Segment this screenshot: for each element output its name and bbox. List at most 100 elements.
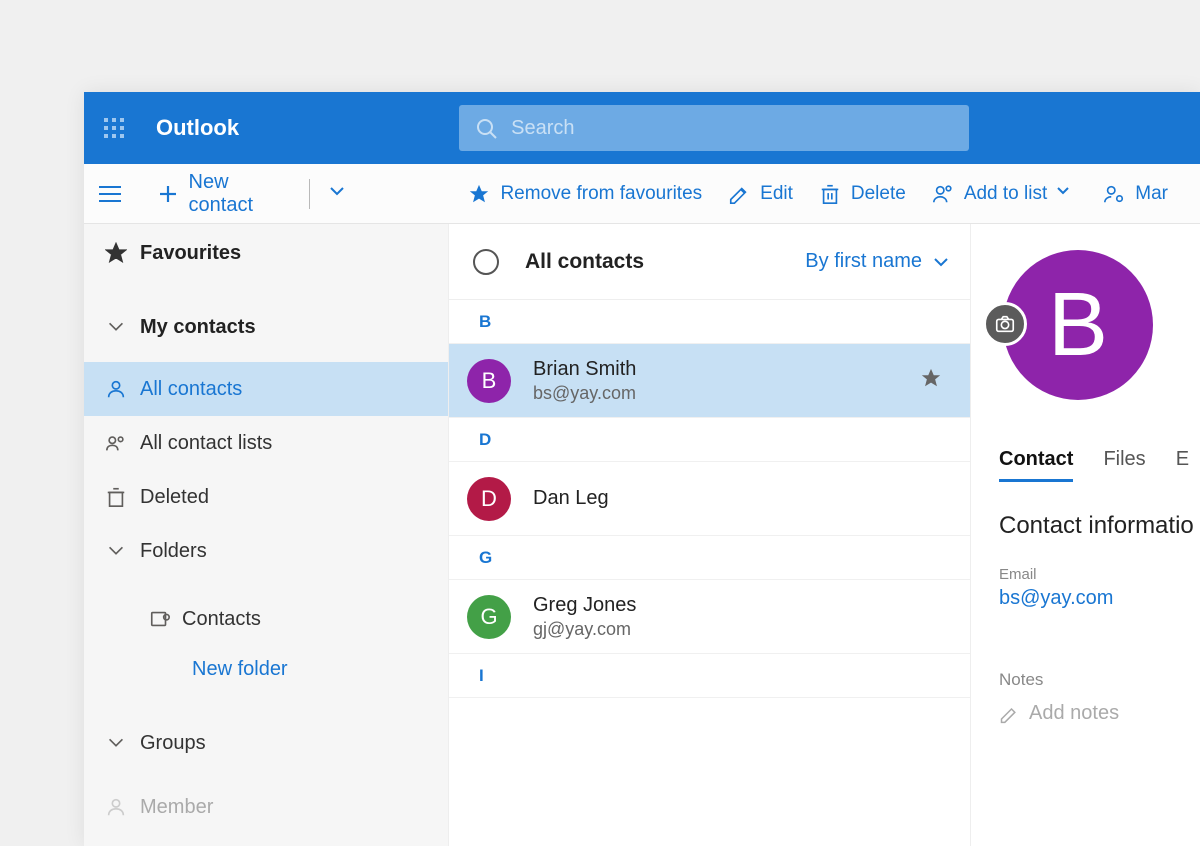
- add-to-list-button[interactable]: Add to list: [932, 183, 1077, 205]
- sidebar: Favourites My contacts All contacts All …: [84, 224, 449, 846]
- notes-label: Notes: [999, 670, 1200, 690]
- email-label: Email: [999, 566, 1200, 583]
- sidebar-new-folder-link[interactable]: New folder: [84, 646, 448, 692]
- detail-pane: B Contact Files E Contact informatio Ema…: [970, 224, 1200, 846]
- tab-extra[interactable]: E: [1176, 448, 1189, 482]
- suite-header: Outlook: [84, 92, 1200, 164]
- command-bar: New contact Remove from favourites Edit …: [84, 164, 1200, 224]
- letter-separator[interactable]: D: [449, 418, 970, 462]
- sidebar-item-contacts-folder[interactable]: Contacts: [84, 592, 448, 646]
- chevron-down-icon: [105, 316, 127, 338]
- favourite-star-icon[interactable]: [920, 367, 942, 394]
- chevron-down-icon: [328, 182, 346, 200]
- people-list-icon: [932, 183, 954, 205]
- avatar: G: [467, 595, 511, 639]
- remove-favourites-button[interactable]: Remove from favourites: [468, 183, 702, 205]
- contact-avatar-large: B: [1003, 250, 1153, 400]
- tab-contact[interactable]: Contact: [999, 448, 1073, 482]
- sidebar-item-all-contact-lists[interactable]: All contact lists: [84, 416, 448, 470]
- chevron-down-icon: [1055, 183, 1077, 205]
- nav-toggle-button[interactable]: [90, 186, 129, 202]
- delete-button[interactable]: Delete: [819, 183, 906, 205]
- manage-button[interactable]: Mar: [1103, 183, 1168, 205]
- person-icon: [105, 796, 127, 818]
- sidebar-deleted-label: Deleted: [140, 486, 209, 509]
- sidebar-member-label: Member: [140, 796, 213, 819]
- outlook-window: Outlook New contact Remove from favourit…: [84, 92, 1200, 846]
- contacts-folder-icon: [149, 608, 171, 630]
- contact-row[interactable]: G Greg Jonesgj@yay.com: [449, 580, 970, 654]
- list-header: All contacts By first name: [449, 224, 970, 300]
- sidebar-folders-label: Folders: [140, 540, 207, 563]
- email-value[interactable]: bs@yay.com: [999, 587, 1200, 610]
- new-contact-label: New contact: [189, 171, 296, 217]
- sidebar-contacts-folder-label: Contacts: [182, 608, 261, 631]
- contact-email: bs@yay.com: [533, 383, 636, 404]
- edit-label: Edit: [760, 183, 793, 205]
- change-photo-button[interactable]: [983, 302, 1027, 346]
- sidebar-item-favourites[interactable]: Favourites: [84, 226, 448, 280]
- sidebar-item-groups[interactable]: Groups: [84, 716, 448, 770]
- body: Favourites My contacts All contacts All …: [84, 224, 1200, 846]
- sort-button[interactable]: By first name: [805, 250, 950, 273]
- contact-list: All contacts By first name BB Brian Smith…: [449, 224, 970, 846]
- pencil-icon: [999, 704, 1019, 724]
- sidebar-item-folders[interactable]: Folders: [84, 524, 448, 578]
- sidebar-item-my-contacts[interactable]: My contacts: [84, 300, 448, 354]
- manage-label: Mar: [1135, 183, 1168, 205]
- chevron-down-icon: [932, 253, 950, 271]
- pencil-icon: [728, 183, 750, 205]
- sidebar-item-member[interactable]: Member: [84, 780, 448, 834]
- new-contact-button[interactable]: New contact: [157, 171, 295, 217]
- star-remove-icon: [468, 183, 490, 205]
- new-contact-dropdown[interactable]: [324, 178, 350, 209]
- add-notes-label: Add notes: [1029, 702, 1119, 725]
- sidebar-favourites-label: Favourites: [140, 242, 241, 265]
- contact-info: Brian Smithbs@yay.com: [533, 358, 636, 404]
- contact-info-heading: Contact informatio: [999, 512, 1200, 540]
- contact-row[interactable]: D Dan Leg: [449, 462, 970, 536]
- camera-icon: [994, 313, 1016, 335]
- chevron-down-icon: [105, 540, 127, 562]
- sidebar-new-folder-label: New folder: [192, 658, 288, 681]
- sidebar-item-deleted[interactable]: Deleted: [84, 470, 448, 524]
- star-icon: [105, 242, 127, 264]
- sidebar-groups-label: Groups: [140, 732, 206, 755]
- tab-files[interactable]: Files: [1103, 448, 1145, 482]
- sidebar-item-all-contacts[interactable]: All contacts: [84, 362, 448, 416]
- detail-tabs: Contact Files E: [999, 448, 1200, 482]
- search-box[interactable]: [459, 105, 969, 151]
- add-notes-button[interactable]: Add notes: [999, 702, 1200, 725]
- contact-name: Greg Jones: [533, 594, 636, 617]
- letter-separator[interactable]: B: [449, 300, 970, 344]
- divider: [309, 179, 310, 209]
- add-to-list-label: Add to list: [964, 183, 1047, 205]
- list-title: All contacts: [525, 250, 644, 274]
- plus-icon: [157, 183, 178, 205]
- contact-name: Brian Smith: [533, 358, 636, 381]
- sidebar-all-contact-lists-label: All contact lists: [140, 432, 272, 455]
- remove-favourites-label: Remove from favourites: [500, 183, 702, 205]
- letter-separator[interactable]: G: [449, 536, 970, 580]
- avatar: B: [467, 359, 511, 403]
- people-icon: [105, 432, 127, 454]
- edit-button[interactable]: Edit: [728, 183, 793, 205]
- delete-label: Delete: [851, 183, 906, 205]
- person-icon: [105, 378, 127, 400]
- sidebar-all-contacts-label: All contacts: [140, 378, 242, 401]
- search-icon: [475, 117, 497, 139]
- avatar: D: [467, 477, 511, 521]
- app-launcher-icon[interactable]: [94, 108, 134, 148]
- trash-icon: [819, 183, 841, 205]
- search-input[interactable]: [511, 117, 953, 140]
- select-all-checkbox[interactable]: [473, 249, 499, 275]
- app-title[interactable]: Outlook: [156, 115, 239, 141]
- sidebar-my-contacts-label: My contacts: [140, 316, 256, 339]
- contact-row[interactable]: B Brian Smithbs@yay.com: [449, 344, 970, 418]
- person-gear-icon: [1103, 183, 1125, 205]
- contact-info: Greg Jonesgj@yay.com: [533, 594, 636, 640]
- contact-email: gj@yay.com: [533, 619, 636, 640]
- contact-info: Dan Leg: [533, 487, 609, 510]
- trash-icon: [105, 486, 127, 508]
- letter-separator[interactable]: I: [449, 654, 970, 698]
